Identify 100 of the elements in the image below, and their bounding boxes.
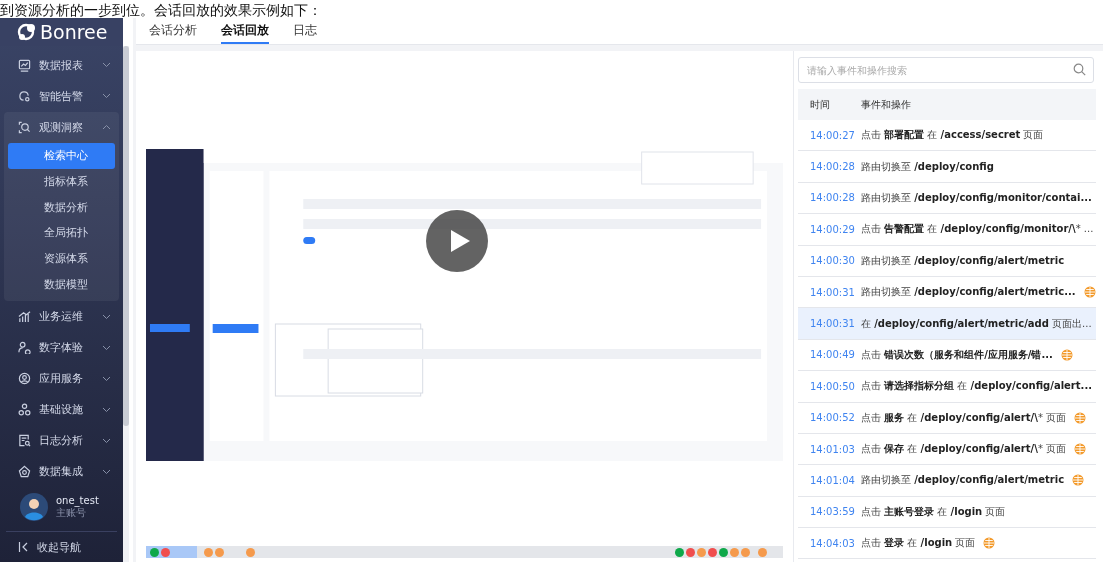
- event-marker[interactable]: [741, 547, 750, 557]
- event-marker[interactable]: [708, 547, 717, 557]
- event-text: 路由切换至 /deploy/config: [861, 159, 994, 174]
- event-row[interactable]: 14:00:50 点击 请选择指标分组 在 /deploy/config/alert...: [798, 371, 1096, 403]
- chart-icon: [18, 58, 31, 72]
- event-time: 14:03:59: [810, 506, 856, 518]
- event-row[interactable]: 14:00:28 路由切换至 /deploy/config: [798, 151, 1096, 183]
- nav-subitem[interactable]: 数据模型: [8, 271, 115, 298]
- timeline-track[interactable]: [146, 546, 783, 558]
- event-time: 14:00:31: [810, 318, 856, 330]
- event-time: 14:01:04: [810, 475, 856, 486]
- search-icon: [18, 120, 31, 134]
- event-row[interactable]: 14:00:31 在 /deploy/config/alert/metric/add 页面出...: [798, 308, 1096, 340]
- chevron-icon: [102, 124, 111, 131]
- nav-item[interactable]: 观测洞察: [4, 111, 119, 143]
- nav-subitem[interactable]: 检索中心: [8, 142, 115, 169]
- nav-subitem[interactable]: 数据分析: [8, 194, 115, 220]
- event-marker[interactable]: [161, 547, 170, 557]
- event-marker[interactable]: [697, 547, 706, 557]
- chevron-icon: [102, 406, 111, 413]
- event-text: 路由切换至 /deploy/config/alert/metric: [861, 473, 1065, 488]
- avatar-icon: [20, 493, 48, 522]
- people-icon: [18, 341, 31, 355]
- event-marker[interactable]: [215, 547, 224, 557]
- nav-subitem[interactable]: 全局拓扑: [8, 220, 115, 246]
- event-text: 点击 错误次数（服务和组件/应用服务/错...: [861, 347, 1053, 362]
- event-row[interactable]: 14:00:30 路由切换至 /deploy/config/alert/metric: [798, 245, 1096, 277]
- nav-item[interactable]: 智能告警: [4, 80, 119, 112]
- nav-subitem[interactable]: 资源体系: [8, 245, 115, 272]
- event-marker[interactable]: [675, 547, 684, 557]
- tab[interactable]: 会话分析: [149, 18, 197, 44]
- event-row[interactable]: 14:04:03 点击 登录 在 /login 页面: [798, 528, 1096, 560]
- nav-item[interactable]: 日志分析: [4, 425, 119, 457]
- event-marker[interactable]: [150, 547, 159, 557]
- search-field[interactable]: 请输入事件和操作搜索: [798, 57, 1094, 83]
- nav-item[interactable]: 业务运维: [4, 301, 119, 333]
- event-marker[interactable]: [719, 547, 728, 557]
- event-time: 14:00:28: [810, 192, 856, 204]
- chevron-icon: [102, 313, 111, 320]
- event-text: 点击 主账号登录 在 /login 页面: [861, 504, 1006, 519]
- event-row[interactable]: 14:03:59 点击 主账号登录 在 /login 页面: [798, 496, 1096, 529]
- user-name: one_test: [56, 494, 99, 506]
- event-marker[interactable]: [758, 547, 767, 557]
- search-icon: [1073, 63, 1086, 76]
- event-text: 路由切换至 /deploy/config/alert/metric...: [861, 285, 1076, 300]
- event-text: 在 /deploy/config/alert/metric/add 页面出...: [861, 316, 1092, 331]
- event-row[interactable]: 14:00:29 点击 告警配置 在 /deploy/config/monitor/\* ...: [798, 214, 1096, 246]
- event-text: 点击 部署配置 在 /access/secret 页面: [861, 128, 1044, 143]
- chevron-icon: [102, 468, 111, 475]
- user-role: 主账号: [56, 506, 86, 520]
- event-time: 14:00:52: [810, 412, 856, 424]
- event-time: 14:00:50: [810, 380, 856, 392]
- event-text: 路由切换至 /deploy/config/monitor/contai...: [861, 190, 1092, 205]
- event-time: 14:00:27: [810, 129, 856, 141]
- event-time: 14:00:31: [810, 286, 856, 298]
- person-circle-icon: [18, 372, 31, 386]
- tab[interactable]: 会话回放: [221, 18, 269, 44]
- event-marker[interactable]: [246, 547, 255, 557]
- bell-icon: [18, 89, 31, 103]
- event-row[interactable]: 14:00:28 路由切换至 /deploy/config/monitor/contai...: [798, 182, 1096, 215]
- event-text: 点击 告警配置 在 /deploy/config/monitor/\* ...: [861, 222, 1094, 237]
- event-time: 14:00:30: [810, 255, 856, 267]
- bar-chart-icon: [18, 310, 31, 324]
- nav-item[interactable]: 应用服务: [4, 363, 119, 395]
- event-text: 点击 保存 在 /deploy/config/alert/\* 页面: [861, 442, 1067, 457]
- chevron-icon: [102, 437, 111, 444]
- nav-item[interactable]: 数据集成: [4, 456, 119, 488]
- event-time: 14:00:29: [810, 223, 856, 235]
- event-row[interactable]: 14:00:27 点击 部署配置 在 /access/secret 页面: [798, 120, 1096, 152]
- event-time: 14:00:28: [810, 161, 856, 173]
- chevron-icon: [102, 344, 111, 351]
- chevron-icon: [102, 93, 111, 100]
- event-text: 点击 服务 在 /deploy/config/alert/\* 页面: [861, 410, 1067, 425]
- event-marker[interactable]: [204, 547, 213, 557]
- event-row[interactable]: 14:00:52 点击 服务 在 /deploy/config/alert/\* 页面: [798, 402, 1096, 434]
- event-text: 点击 请选择指标分组 在 /deploy/config/alert...: [861, 379, 1092, 394]
- column-header: 时间: [810, 97, 831, 112]
- event-time: 14:01:03: [810, 443, 856, 455]
- event-row[interactable]: 14:01:03 点击 保存 在 /deploy/config/alert/\* 页面: [798, 433, 1096, 466]
- event-row[interactable]: 14:00:49 点击 错误次数（服务和组件/应用服务/错...: [798, 339, 1096, 372]
- collapse-nav-button[interactable]: 收起导航: [0, 532, 123, 562]
- pentagon-icon: [18, 465, 31, 479]
- document-icon: [18, 434, 31, 448]
- event-marker[interactable]: [686, 547, 695, 557]
- play-icon: [448, 229, 471, 253]
- nodes-icon: [18, 403, 31, 417]
- nav-item[interactable]: 数据报表: [4, 49, 119, 81]
- event-time: 14:00:49: [810, 349, 856, 361]
- event-row[interactable]: 14:01:04 路由切换至 /deploy/config/alert/metric: [798, 465, 1096, 497]
- column-header: 事件和操作: [861, 97, 911, 112]
- nav-item[interactable]: 基础设施: [4, 394, 119, 426]
- event-text: 路由切换至 /deploy/config/alert/metric: [861, 253, 1065, 268]
- tab[interactable]: 日志: [293, 18, 317, 44]
- chevron-icon: [102, 375, 111, 382]
- event-marker[interactable]: [730, 547, 739, 557]
- scrollbar[interactable]: [123, 46, 129, 426]
- event-time: 14:04:03: [810, 537, 856, 549]
- nav-subitem[interactable]: 指标体系: [8, 168, 115, 195]
- event-text: 点击 登录 在 /login 页面: [861, 536, 976, 551]
- nav-item[interactable]: 数字体验: [4, 332, 119, 364]
